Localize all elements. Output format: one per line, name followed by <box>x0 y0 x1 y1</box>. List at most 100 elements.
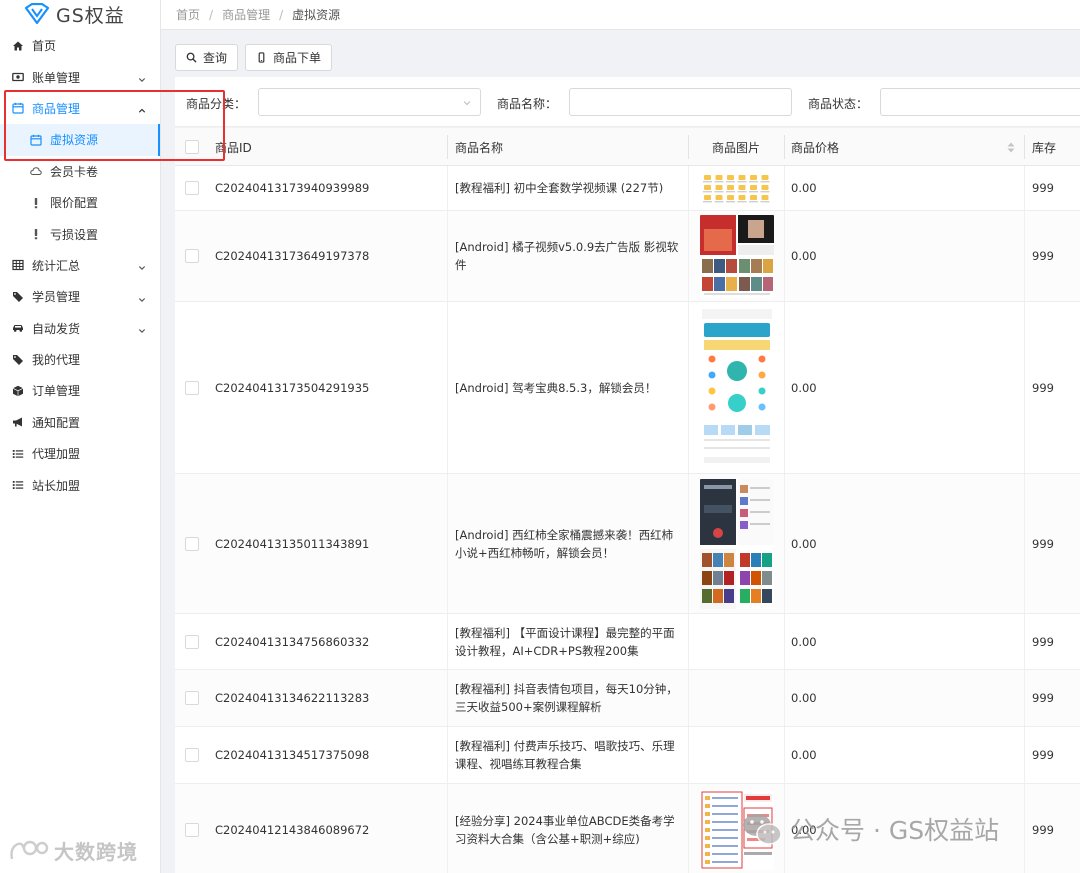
row-checkbox[interactable] <box>185 822 199 837</box>
product-id: C20240413173940939989 <box>215 181 370 195</box>
row-checkbox[interactable] <box>185 181 199 195</box>
column-divider <box>784 727 785 783</box>
product-thumbnail[interactable] <box>700 172 774 205</box>
header-id: 商品ID <box>215 140 252 155</box>
tag-icon <box>11 353 25 367</box>
sidebar-item-12[interactable]: 订单管理 <box>0 375 160 406</box>
column-divider <box>688 302 689 473</box>
order-button[interactable]: 商品下单 <box>245 44 333 71</box>
product-id: C20240413135011343891 <box>215 536 370 551</box>
header-divider <box>784 135 785 159</box>
breadcrumb-goods[interactable]: 商品管理 <box>222 6 270 23</box>
sidebar-item-label: 商品管理 <box>32 101 81 116</box>
select-all-checkbox[interactable] <box>185 140 199 154</box>
product-name: [教程福利] 初中全套数学视频课 (227节) <box>455 181 664 195</box>
exclamation-icon <box>29 227 43 241</box>
column-divider <box>1024 614 1025 669</box>
sidebar-item-label: 订单管理 <box>32 384 81 399</box>
sidebar-item-15[interactable]: 站长加盟 <box>0 469 160 500</box>
sidebar-item-13[interactable]: 通知配置 <box>0 407 160 438</box>
sidebar-item-4[interactable]: 虚拟资源 <box>0 124 160 156</box>
sidebar-item-9[interactable]: 学员管理 <box>0 281 160 312</box>
sidebar-item-2[interactable]: 账单管理 <box>0 61 160 92</box>
list-icon <box>11 478 25 492</box>
row-checkbox-cell <box>185 670 199 726</box>
breadcrumb-separator: / <box>209 7 214 22</box>
watermark-right-text: 公众号 · GS权益站 <box>790 816 1000 845</box>
column-divider <box>688 166 689 210</box>
column-divider <box>447 166 448 210</box>
table-row[interactable]: C20240413135011343891 [Android] 西红柿全家桶震撼来… <box>175 474 1080 614</box>
category-select[interactable] <box>258 88 481 116</box>
product-id: C20240413134756860332 <box>215 634 370 649</box>
product-name: [教程福利] 【平面设计课程】最完整的平面设计教程，AI+CDR+PS教程200… <box>455 625 675 658</box>
watermark-left: 大数跨境 <box>8 836 138 865</box>
query-button-label: 查询 <box>203 51 228 65</box>
sidebar: GS权益 首页 账单管理商品管理虚拟资源 会员卡卷 限价配置 亏损设置 统计汇总 学员管理自… <box>0 0 161 873</box>
product-price: 0.00 <box>791 249 817 263</box>
name-input[interactable] <box>569 88 792 116</box>
row-checkbox-cell <box>185 614 199 669</box>
row-checkbox[interactable] <box>185 691 199 705</box>
column-divider <box>1024 166 1025 210</box>
sidebar-item-6[interactable]: 限价配置 <box>0 187 160 218</box>
product-name: [Android] 橘子视频v5.0.9去广告版 影视软件 <box>455 240 679 272</box>
row-checkbox[interactable] <box>185 536 199 551</box>
product-price: 0.00 <box>791 634 817 649</box>
sidebar-item-11[interactable]: 我的代理 <box>0 344 160 375</box>
table-row[interactable]: C20240413173940939989 [教程福利] 初中全套数学视频课 (2… <box>175 166 1080 211</box>
table-row[interactable]: C20240413134517375098 [教程福利] 付费声乐技巧、唱歌技巧、… <box>175 727 1080 784</box>
column-divider <box>1024 474 1025 613</box>
product-name: [教程福利] 抖音表情包项目，每天10分钟，三天收益500+案例课程解析 <box>455 682 678 714</box>
product-price: 0.00 <box>791 536 817 551</box>
product-name: [经验分享] 2024事业单位ABCDE类备考学习资料大合集（含公基+职测+综应… <box>455 813 675 846</box>
sidebar-item-10[interactable]: 自动发货 <box>0 313 160 344</box>
bullhorn-icon <box>11 415 25 429</box>
list-icon <box>11 447 25 461</box>
sidebar-item-5[interactable]: 会员卡卷 <box>0 156 160 187</box>
table-row[interactable]: C20240413134622113283 [教程福利] 抖音表情包项目，每天10… <box>175 670 1080 727</box>
chevron-down-icon <box>138 324 146 334</box>
column-divider <box>447 727 448 783</box>
table-row[interactable]: C20240413173649197378 [Android] 橘子视频v5.0.… <box>175 211 1080 302</box>
sidebar-item-8[interactable]: 统计汇总 <box>0 250 160 281</box>
status-select[interactable] <box>880 88 1080 116</box>
row-checkbox-cell <box>185 474 199 613</box>
row-checkbox[interactable] <box>185 748 199 762</box>
breadcrumb-current: 虚拟资源 <box>292 8 341 22</box>
sidebar-item-7[interactable]: 亏损设置 <box>0 218 160 249</box>
logo[interactable]: GS权益 <box>0 0 160 28</box>
product-price: 0.00 <box>791 181 817 195</box>
sidebar-item-3[interactable]: 商品管理 <box>0 93 160 124</box>
column-divider <box>1024 302 1025 473</box>
product-thumbnail[interactable] <box>700 215 774 298</box>
table-row[interactable]: C20240413173504291935 [Android] 驾考宝典8.5.3… <box>175 302 1080 474</box>
product-thumbnail[interactable] <box>700 479 774 609</box>
product-stock: 999 <box>1032 181 1054 195</box>
category-label: 商品分类： <box>186 97 247 111</box>
column-divider <box>1024 670 1025 726</box>
breadcrumb-home[interactable]: 首页 <box>176 6 200 23</box>
product-stock: 999 <box>1032 634 1054 649</box>
row-checkbox[interactable] <box>185 380 199 395</box>
watermark-right: 公众号 · GS权益站 <box>740 809 999 849</box>
row-checkbox-cell <box>185 784 199 873</box>
chevron-down-icon <box>138 261 146 271</box>
table-row[interactable]: C20240413134756860332 [教程福利] 【平面设计课程】最完整的… <box>175 614 1080 670</box>
query-button[interactable]: 查询 <box>175 44 239 71</box>
sidebar-item-label: 自动发货 <box>32 321 81 336</box>
header-image: 商品图片 <box>712 140 761 155</box>
sidebar-item-14[interactable]: 代理加盟 <box>0 438 160 469</box>
sort-icon[interactable] <box>1007 128 1015 166</box>
brand-watermark-icon <box>10 840 49 859</box>
cube-icon <box>11 384 25 398</box>
row-checkbox[interactable] <box>185 249 199 263</box>
row-checkbox[interactable] <box>185 634 199 649</box>
header-price[interactable]: 商品价格 <box>791 128 839 166</box>
toolbar: 查询 商品下单 <box>175 44 333 71</box>
sidebar-item-1[interactable]: 首页 <box>0 30 160 61</box>
column-divider <box>784 211 785 301</box>
product-thumbnail[interactable] <box>700 307 774 469</box>
product-stock: 999 <box>1032 380 1054 395</box>
product-price: 0.00 <box>791 691 817 705</box>
